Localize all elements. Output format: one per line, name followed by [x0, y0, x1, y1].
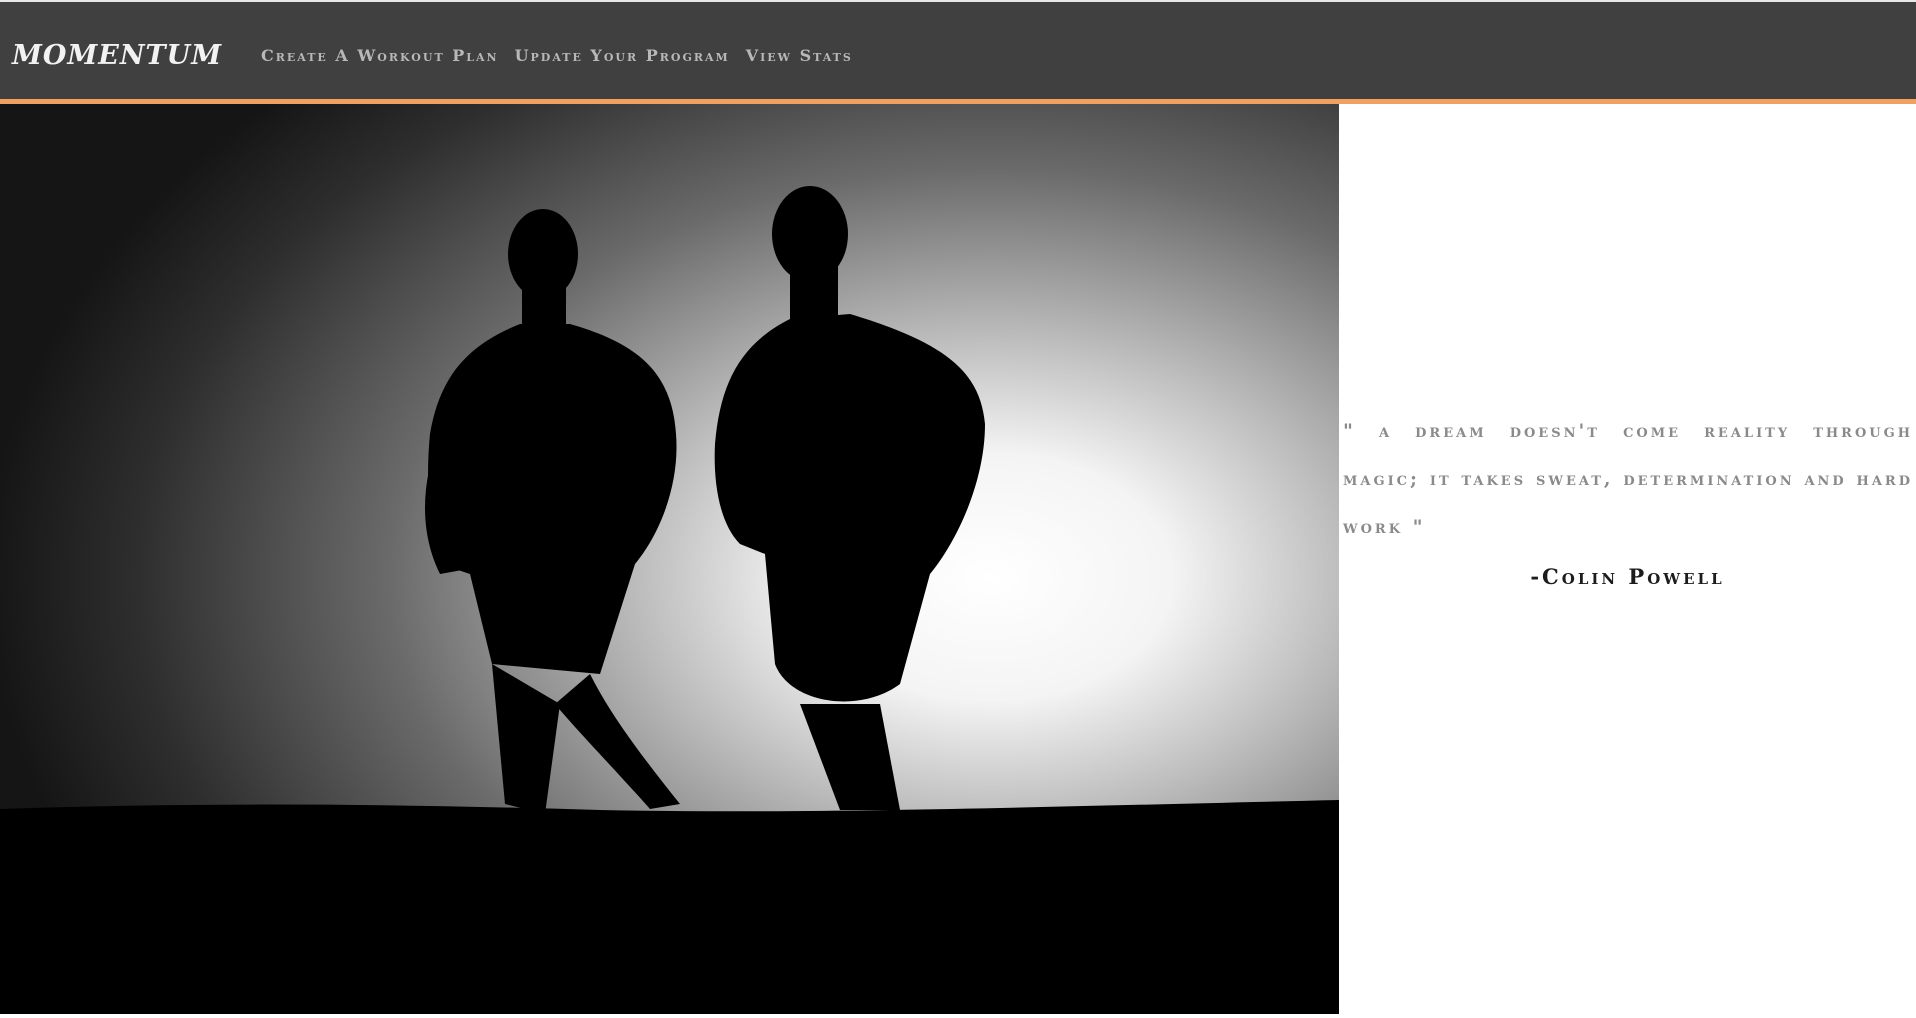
brand-logo[interactable]: MOMENTUM [12, 40, 222, 71]
nav-links: Create A Workout Plan Update Your Progra… [261, 46, 853, 65]
nav-link-update-program[interactable]: Update Your Program [515, 46, 730, 65]
runners-silhouette-image [0, 104, 1339, 1014]
quote-panel: " A dream doesn't come reality through m… [1339, 104, 1916, 1014]
nav-link-view-stats[interactable]: View Stats [746, 46, 853, 65]
bottom-strip [0, 1014, 1916, 1018]
hero-image [0, 104, 1339, 1014]
top-navbar: MOMENTUM Create A Workout Plan Update Yo… [0, 0, 1916, 101]
nav-link-create-workout-plan[interactable]: Create A Workout Plan [261, 46, 499, 65]
motivational-quote: " A dream doesn't come reality through m… [1343, 420, 1913, 538]
quote-author: -Colin Powell [1530, 564, 1725, 589]
